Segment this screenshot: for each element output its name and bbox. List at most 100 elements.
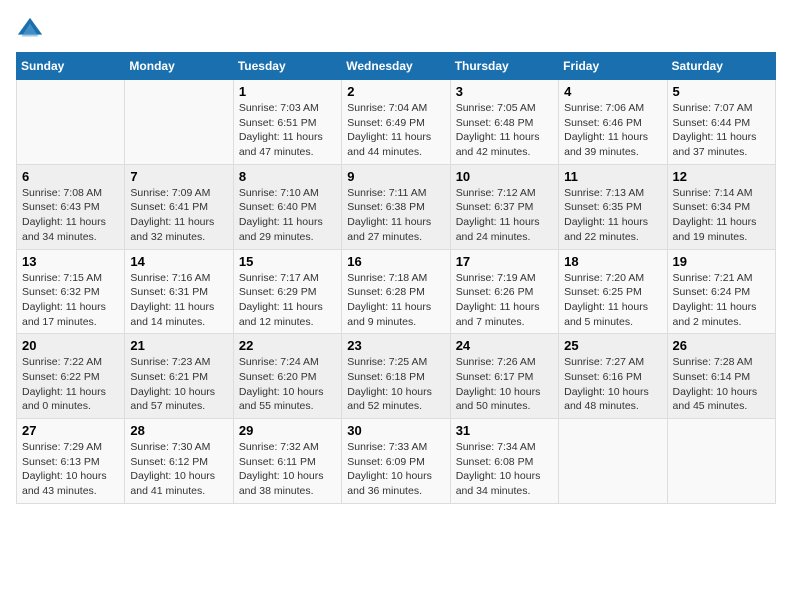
daylight: Daylight: 11 hours and 2 minutes. bbox=[673, 301, 757, 328]
sunset: Sunset: 6:29 PM bbox=[239, 286, 317, 298]
day-info: Sunrise: 7:14 AM Sunset: 6:34 PM Dayligh… bbox=[673, 186, 770, 245]
sunrise: Sunrise: 7:34 AM bbox=[456, 441, 536, 453]
day-number: 28 bbox=[130, 423, 227, 438]
day-info: Sunrise: 7:20 AM Sunset: 6:25 PM Dayligh… bbox=[564, 271, 661, 330]
day-number: 26 bbox=[673, 338, 770, 353]
calendar-cell: 9 Sunrise: 7:11 AM Sunset: 6:38 PM Dayli… bbox=[342, 164, 450, 249]
sunset: Sunset: 6:43 PM bbox=[22, 201, 100, 213]
calendar-cell: 25 Sunrise: 7:27 AM Sunset: 6:16 PM Dayl… bbox=[559, 334, 667, 419]
calendar-week-1: 1 Sunrise: 7:03 AM Sunset: 6:51 PM Dayli… bbox=[17, 80, 776, 165]
sunset: Sunset: 6:34 PM bbox=[673, 201, 751, 213]
sunrise: Sunrise: 7:22 AM bbox=[22, 356, 102, 368]
daylight: Daylight: 10 hours and 48 minutes. bbox=[564, 386, 649, 413]
day-number: 22 bbox=[239, 338, 336, 353]
sunset: Sunset: 6:14 PM bbox=[673, 371, 751, 383]
sunset: Sunset: 6:09 PM bbox=[347, 456, 425, 468]
logo-icon bbox=[16, 16, 44, 44]
calendar-week-3: 13 Sunrise: 7:15 AM Sunset: 6:32 PM Dayl… bbox=[17, 249, 776, 334]
day-info: Sunrise: 7:32 AM Sunset: 6:11 PM Dayligh… bbox=[239, 440, 336, 499]
day-number: 31 bbox=[456, 423, 553, 438]
calendar-cell: 23 Sunrise: 7:25 AM Sunset: 6:18 PM Dayl… bbox=[342, 334, 450, 419]
day-number: 7 bbox=[130, 169, 227, 184]
calendar-cell: 16 Sunrise: 7:18 AM Sunset: 6:28 PM Dayl… bbox=[342, 249, 450, 334]
day-info: Sunrise: 7:24 AM Sunset: 6:20 PM Dayligh… bbox=[239, 355, 336, 414]
sunset: Sunset: 6:20 PM bbox=[239, 371, 317, 383]
daylight: Daylight: 10 hours and 38 minutes. bbox=[239, 470, 324, 497]
day-number: 14 bbox=[130, 254, 227, 269]
sunrise: Sunrise: 7:17 AM bbox=[239, 272, 319, 284]
calendar-cell: 1 Sunrise: 7:03 AM Sunset: 6:51 PM Dayli… bbox=[233, 80, 341, 165]
calendar-cell: 20 Sunrise: 7:22 AM Sunset: 6:22 PM Dayl… bbox=[17, 334, 125, 419]
sunset: Sunset: 6:26 PM bbox=[456, 286, 534, 298]
day-number: 13 bbox=[22, 254, 119, 269]
day-number: 4 bbox=[564, 84, 661, 99]
sunrise: Sunrise: 7:25 AM bbox=[347, 356, 427, 368]
sunrise: Sunrise: 7:14 AM bbox=[673, 187, 753, 199]
sunset: Sunset: 6:48 PM bbox=[456, 117, 534, 129]
day-number: 1 bbox=[239, 84, 336, 99]
day-number: 23 bbox=[347, 338, 444, 353]
page-header bbox=[16, 16, 776, 44]
calendar-cell: 27 Sunrise: 7:29 AM Sunset: 6:13 PM Dayl… bbox=[17, 419, 125, 504]
header-thursday: Thursday bbox=[450, 53, 558, 80]
sunset: Sunset: 6:46 PM bbox=[564, 117, 642, 129]
sunset: Sunset: 6:31 PM bbox=[130, 286, 208, 298]
sunset: Sunset: 6:28 PM bbox=[347, 286, 425, 298]
daylight: Daylight: 11 hours and 27 minutes. bbox=[347, 216, 431, 243]
calendar-cell: 18 Sunrise: 7:20 AM Sunset: 6:25 PM Dayl… bbox=[559, 249, 667, 334]
calendar-cell: 11 Sunrise: 7:13 AM Sunset: 6:35 PM Dayl… bbox=[559, 164, 667, 249]
daylight: Daylight: 10 hours and 36 minutes. bbox=[347, 470, 432, 497]
daylight: Daylight: 11 hours and 14 minutes. bbox=[130, 301, 214, 328]
calendar-table: Sunday Monday Tuesday Wednesday Thursday… bbox=[16, 52, 776, 504]
day-number: 10 bbox=[456, 169, 553, 184]
logo bbox=[16, 16, 46, 44]
calendar-cell: 14 Sunrise: 7:16 AM Sunset: 6:31 PM Dayl… bbox=[125, 249, 233, 334]
sunrise: Sunrise: 7:13 AM bbox=[564, 187, 644, 199]
day-number: 24 bbox=[456, 338, 553, 353]
header-row: Sunday Monday Tuesday Wednesday Thursday… bbox=[17, 53, 776, 80]
daylight: Daylight: 11 hours and 37 minutes. bbox=[673, 131, 757, 158]
header-sunday: Sunday bbox=[17, 53, 125, 80]
calendar-cell bbox=[667, 419, 775, 504]
day-info: Sunrise: 7:27 AM Sunset: 6:16 PM Dayligh… bbox=[564, 355, 661, 414]
calendar-cell: 21 Sunrise: 7:23 AM Sunset: 6:21 PM Dayl… bbox=[125, 334, 233, 419]
calendar-cell: 2 Sunrise: 7:04 AM Sunset: 6:49 PM Dayli… bbox=[342, 80, 450, 165]
daylight: Daylight: 10 hours and 52 minutes. bbox=[347, 386, 432, 413]
sunrise: Sunrise: 7:18 AM bbox=[347, 272, 427, 284]
calendar-cell bbox=[17, 80, 125, 165]
sunset: Sunset: 6:51 PM bbox=[239, 117, 317, 129]
day-number: 6 bbox=[22, 169, 119, 184]
day-info: Sunrise: 7:29 AM Sunset: 6:13 PM Dayligh… bbox=[22, 440, 119, 499]
day-info: Sunrise: 7:33 AM Sunset: 6:09 PM Dayligh… bbox=[347, 440, 444, 499]
day-number: 17 bbox=[456, 254, 553, 269]
calendar-cell: 6 Sunrise: 7:08 AM Sunset: 6:43 PM Dayli… bbox=[17, 164, 125, 249]
day-info: Sunrise: 7:28 AM Sunset: 6:14 PM Dayligh… bbox=[673, 355, 770, 414]
sunset: Sunset: 6:18 PM bbox=[347, 371, 425, 383]
calendar-cell bbox=[125, 80, 233, 165]
sunset: Sunset: 6:41 PM bbox=[130, 201, 208, 213]
sunset: Sunset: 6:38 PM bbox=[347, 201, 425, 213]
header-saturday: Saturday bbox=[667, 53, 775, 80]
sunrise: Sunrise: 7:19 AM bbox=[456, 272, 536, 284]
calendar-cell: 22 Sunrise: 7:24 AM Sunset: 6:20 PM Dayl… bbox=[233, 334, 341, 419]
day-number: 27 bbox=[22, 423, 119, 438]
day-number: 3 bbox=[456, 84, 553, 99]
calendar-cell: 5 Sunrise: 7:07 AM Sunset: 6:44 PM Dayli… bbox=[667, 80, 775, 165]
sunset: Sunset: 6:13 PM bbox=[22, 456, 100, 468]
day-info: Sunrise: 7:08 AM Sunset: 6:43 PM Dayligh… bbox=[22, 186, 119, 245]
sunset: Sunset: 6:08 PM bbox=[456, 456, 534, 468]
daylight: Daylight: 11 hours and 19 minutes. bbox=[673, 216, 757, 243]
day-info: Sunrise: 7:17 AM Sunset: 6:29 PM Dayligh… bbox=[239, 271, 336, 330]
day-info: Sunrise: 7:34 AM Sunset: 6:08 PM Dayligh… bbox=[456, 440, 553, 499]
sunset: Sunset: 6:21 PM bbox=[130, 371, 208, 383]
sunset: Sunset: 6:24 PM bbox=[673, 286, 751, 298]
day-number: 20 bbox=[22, 338, 119, 353]
daylight: Daylight: 11 hours and 24 minutes. bbox=[456, 216, 540, 243]
calendar-cell: 13 Sunrise: 7:15 AM Sunset: 6:32 PM Dayl… bbox=[17, 249, 125, 334]
daylight: Daylight: 11 hours and 7 minutes. bbox=[456, 301, 540, 328]
day-number: 9 bbox=[347, 169, 444, 184]
daylight: Daylight: 11 hours and 47 minutes. bbox=[239, 131, 323, 158]
calendar-cell bbox=[559, 419, 667, 504]
day-number: 18 bbox=[564, 254, 661, 269]
day-number: 21 bbox=[130, 338, 227, 353]
